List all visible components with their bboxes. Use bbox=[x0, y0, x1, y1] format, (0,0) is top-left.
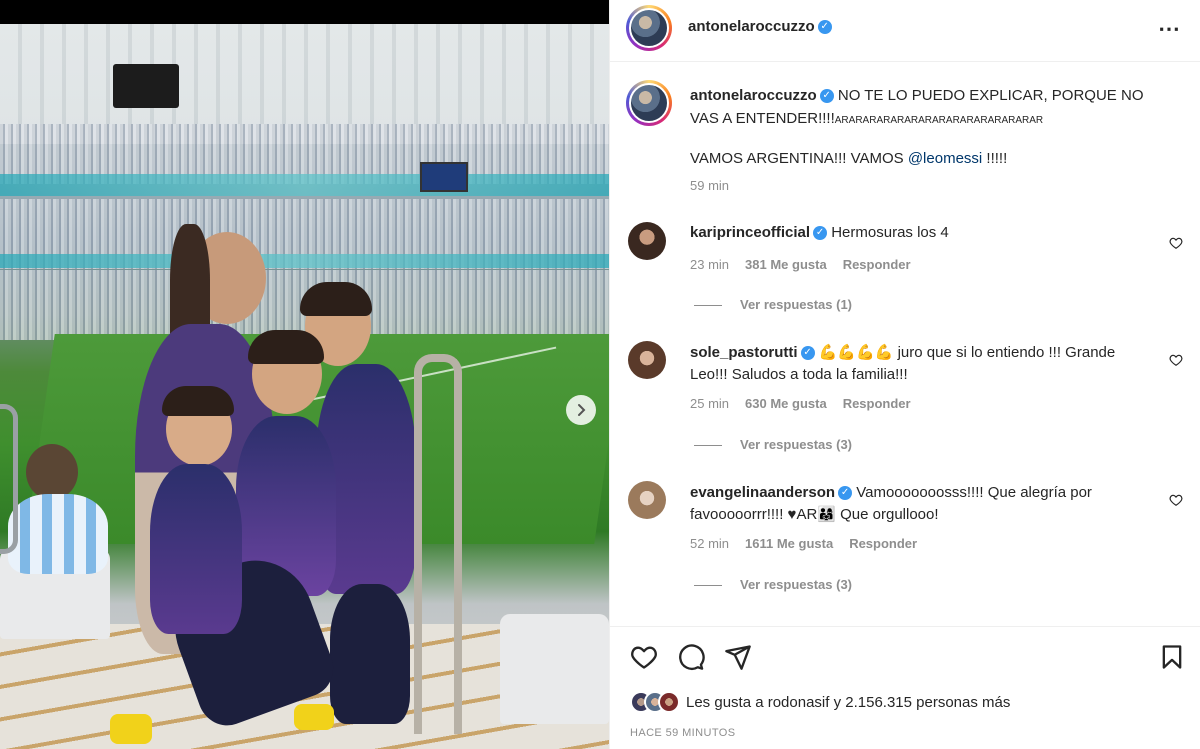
save-bookmark-icon[interactable] bbox=[1158, 643, 1186, 671]
commenter-username[interactable]: sole_pastorutti bbox=[690, 344, 798, 361]
railing bbox=[0, 404, 18, 554]
comment-meta: 25 min 630 Me gusta Responder bbox=[690, 396, 927, 411]
verified-badge-icon: ✓ bbox=[817, 19, 832, 34]
verified-badge-icon: ✓ bbox=[838, 486, 853, 501]
post-photo[interactable] bbox=[0, 24, 609, 749]
caption-time: 59 min bbox=[690, 178, 730, 193]
next-image-button[interactable] bbox=[566, 395, 596, 425]
boy-hair bbox=[300, 282, 372, 316]
comment-body: kariprinceofficial ✓ Hermosuras los 4 bbox=[690, 222, 1150, 244]
reply-button[interactable]: Responder bbox=[843, 396, 911, 411]
caption-line2-suffix: !!!!! bbox=[982, 150, 1008, 167]
view-replies-button[interactable]: Ver respuestas (3) bbox=[694, 577, 852, 592]
comment-meta: 23 min 381 Me gusta Responder bbox=[690, 257, 927, 272]
verified-badge-icon: ✓ bbox=[800, 346, 815, 361]
comment-body: sole_pastorutti ✓ 💪💪💪💪 juro que si lo ent… bbox=[690, 342, 1150, 386]
stadium-screen bbox=[420, 162, 468, 192]
comment-meta: 52 min 1611 Me gusta Responder bbox=[690, 536, 933, 551]
yellow-shoe bbox=[110, 714, 152, 744]
liker-avatar bbox=[658, 691, 680, 713]
view-replies-label: Ver respuestas (1) bbox=[740, 297, 853, 312]
fan-head bbox=[26, 444, 78, 500]
like-comment-heart-icon[interactable] bbox=[1169, 236, 1183, 250]
boy-hair bbox=[162, 386, 234, 416]
railing bbox=[414, 354, 462, 734]
boy-hair bbox=[248, 330, 324, 364]
post-photo-pane bbox=[0, 0, 609, 749]
commenter-avatar[interactable] bbox=[628, 481, 666, 519]
comment-time: 23 min bbox=[690, 257, 730, 272]
commenter-username[interactable]: evangelinaanderson bbox=[690, 484, 835, 501]
caption-text: antonelaroccuzzo ✓ NO TE LO PUEDO EXPLICA… bbox=[690, 84, 1160, 132]
caption-line2: VAMOS ARGENTINA!!! VAMOS @leomessi !!!!! bbox=[690, 150, 1007, 167]
like-heart-icon[interactable] bbox=[630, 643, 658, 671]
caption-author-avatar[interactable] bbox=[626, 80, 672, 126]
author-avatar[interactable] bbox=[626, 5, 672, 51]
commenter-avatar[interactable] bbox=[628, 341, 666, 379]
boy-jersey bbox=[150, 464, 242, 634]
like-comment-heart-icon[interactable] bbox=[1169, 493, 1183, 507]
post-side-panel: antonelaroccuzzo ✓ ⋯ antonelaroccuzzo ✓ NO… bbox=[609, 0, 1200, 749]
post-header: antonelaroccuzzo ✓ ⋯ bbox=[610, 0, 1200, 62]
posted-ago: HACE 59 MINUTOS bbox=[630, 727, 736, 739]
caption-username[interactable]: antonelaroccuzzo bbox=[690, 87, 817, 104]
comment-body: evangelinaanderson ✓ Vamooooooosss!!!! Qu… bbox=[690, 482, 1150, 526]
comment-time: 52 min bbox=[690, 536, 730, 551]
boy-pants bbox=[330, 584, 410, 724]
chevron-right-icon bbox=[578, 404, 586, 416]
view-replies-label: Ver respuestas (3) bbox=[740, 437, 853, 452]
reply-button[interactable]: Responder bbox=[849, 536, 917, 551]
caption-line2-prefix: VAMOS ARGENTINA!!! VAMOS bbox=[690, 150, 908, 167]
more-options-icon[interactable]: ⋯ bbox=[1158, 16, 1181, 42]
view-replies-label: Ver respuestas (3) bbox=[740, 577, 853, 592]
comment-likes[interactable]: 381 Me gusta bbox=[745, 257, 827, 272]
comment-text: Hermosuras los 4 bbox=[831, 224, 949, 241]
caption-tail: ARARARARARARARARARARARARARARAR bbox=[834, 115, 1044, 126]
comment-likes[interactable]: 1611 Me gusta bbox=[745, 536, 833, 551]
verified-badge-icon: ✓ bbox=[813, 226, 828, 241]
author-username[interactable]: antonelaroccuzzo bbox=[688, 18, 815, 35]
stand-band-upper bbox=[0, 174, 609, 196]
stand-band-middle bbox=[0, 254, 609, 268]
share-send-icon[interactable] bbox=[724, 643, 752, 671]
comment-likes[interactable]: 630 Me gusta bbox=[745, 396, 827, 411]
stadium-seat bbox=[500, 614, 609, 724]
photo-top-bar bbox=[0, 0, 609, 24]
commenter-username[interactable]: kariprinceofficial bbox=[690, 224, 810, 241]
reply-button[interactable]: Responder bbox=[843, 257, 911, 272]
like-comment-heart-icon[interactable] bbox=[1169, 353, 1183, 367]
author-name-row: antonelaroccuzzo ✓ bbox=[688, 18, 832, 36]
view-replies-button[interactable]: Ver respuestas (1) bbox=[694, 297, 852, 312]
mention-link[interactable]: @leomessi bbox=[908, 150, 982, 167]
comment-time: 25 min bbox=[690, 396, 730, 411]
stadium-speaker bbox=[113, 64, 179, 108]
verified-badge-icon: ✓ bbox=[819, 89, 834, 104]
fan-in-jersey bbox=[8, 494, 108, 574]
commenter-avatar[interactable] bbox=[628, 222, 666, 260]
likes-text: Les gusta a rodonasif y 2.156.315 person… bbox=[686, 694, 1011, 711]
comment-bubble-icon[interactable] bbox=[677, 643, 705, 671]
yellow-shoe bbox=[294, 704, 334, 730]
view-replies-button[interactable]: Ver respuestas (3) bbox=[694, 437, 852, 452]
